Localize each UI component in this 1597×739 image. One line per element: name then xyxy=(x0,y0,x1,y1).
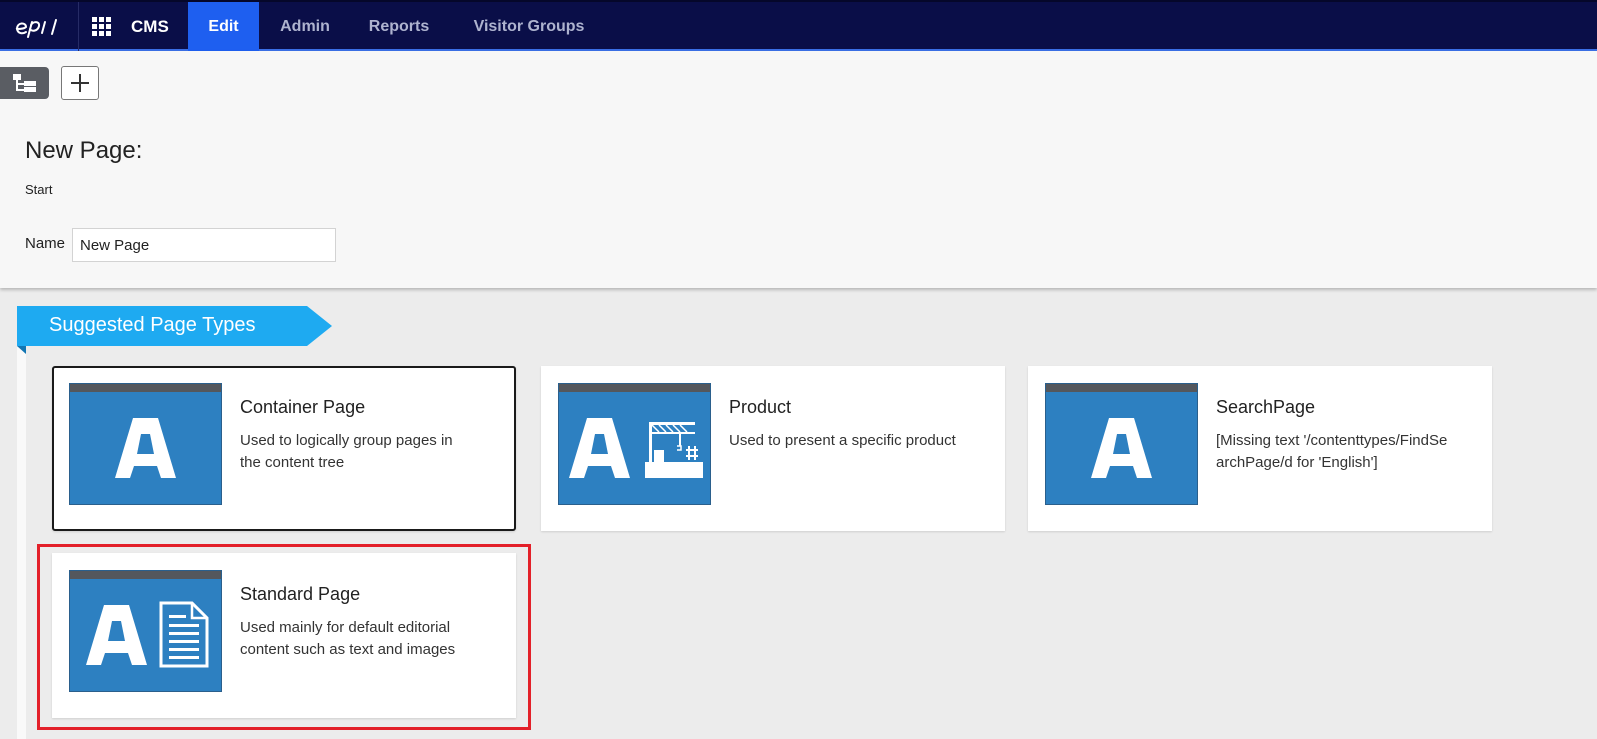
page-type-card-search-page[interactable]: SearchPage [Missing text '/contenttypes/… xyxy=(1028,366,1492,531)
card-title: Product xyxy=(729,397,792,417)
card-title: Standard Page xyxy=(240,584,361,604)
page-type-card-standard-page[interactable]: Standard Page Used mainly for default ed… xyxy=(52,553,516,718)
app-grid-icon[interactable] xyxy=(92,17,112,37)
add-button[interactable] xyxy=(61,66,99,100)
letter-a-icon xyxy=(69,383,222,505)
cms-label: CMS xyxy=(131,17,169,36)
episerver-logo[interactable] xyxy=(0,2,79,51)
card-description: Used mainly for default editorial conten… xyxy=(240,619,456,658)
tab-admin[interactable]: Admin xyxy=(265,2,345,51)
tab-edit[interactable]: Edit xyxy=(188,2,259,51)
card-description: Used to present a specific product xyxy=(729,432,956,449)
breadcrumb[interactable]: Start xyxy=(25,182,52,197)
card-title: Container Page xyxy=(240,397,366,417)
name-label: Name xyxy=(25,235,66,252)
page-tree-icon xyxy=(13,74,36,92)
page-type-card-container-page[interactable]: Container Page Used to logically group p… xyxy=(52,366,516,531)
tab-reports[interactable]: Reports xyxy=(357,2,441,51)
letter-a-icon xyxy=(1045,383,1198,505)
letter-a-factory-icon xyxy=(558,383,711,505)
top-navigation-bar: CMS Edit Admin Reports Visitor Groups xyxy=(0,0,1597,51)
page-tree-toggle-button[interactable] xyxy=(0,67,49,99)
letter-a-document-icon xyxy=(69,570,222,692)
new-page-header: New Page: Start Name xyxy=(0,51,1597,288)
card-description: [Missing text '/contenttypes/FindSearchP… xyxy=(1216,432,1448,471)
section-left-strip xyxy=(17,306,26,739)
page-type-card-product[interactable]: Product Used to present a specific produ… xyxy=(541,366,1005,531)
tab-visitor-groups[interactable]: Visitor Groups xyxy=(460,2,598,51)
name-input[interactable] xyxy=(72,228,336,262)
section-title: Suggested Page Types xyxy=(49,314,256,336)
page-title: New Page: xyxy=(25,137,143,164)
card-description: Used to logically group pages in the con… xyxy=(240,432,453,471)
card-title: SearchPage xyxy=(1216,397,1316,417)
suggested-page-types-header: Suggested Page Types xyxy=(17,306,332,354)
